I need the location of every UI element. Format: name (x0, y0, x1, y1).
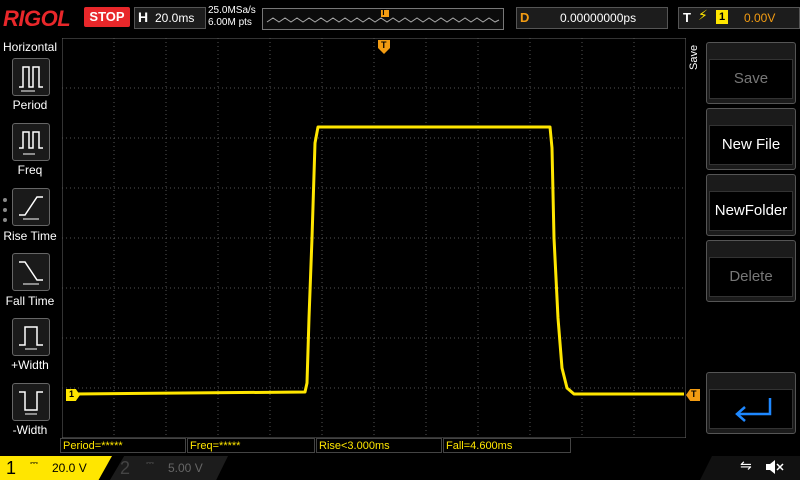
neg-width-icon (19, 391, 43, 415)
freq-label: Freq (17, 163, 43, 177)
measurement-fall[interactable]: Fall=4.600ms (443, 438, 571, 453)
trigger-position-label: T (381, 8, 386, 17)
save-button[interactable]: Save (706, 42, 796, 104)
delay-letter: D (520, 10, 530, 25)
delay-value: 0.00000000ps (560, 11, 637, 25)
rise-time-icon (19, 196, 43, 220)
measurement-freq[interactable]: Freq=***** (187, 438, 315, 453)
ch1-scale: 20.0 V (52, 461, 87, 475)
ch1-offset-label: 1 (69, 389, 75, 399)
dc-coupling-icon: ⎓ (30, 458, 38, 469)
page-dot (3, 208, 7, 212)
back-button[interactable] (706, 372, 796, 434)
delete-button[interactable]: Delete (706, 240, 796, 302)
page-dot (3, 218, 7, 222)
back-button-face (709, 389, 793, 429)
save-button-label: Save (709, 59, 793, 99)
pos-width-icon (19, 326, 43, 350)
trigger-level-label: T (691, 389, 697, 399)
pos-width-label: +Width (11, 358, 49, 372)
waveform-display[interactable] (62, 38, 686, 438)
trigger-letter: T (683, 10, 691, 25)
new-folder-button[interactable]: NewFolder (706, 174, 796, 236)
trigger-source-badge: 1 (716, 10, 728, 24)
timebase-value: 20.0ms (155, 11, 195, 25)
delete-label: Delete (709, 257, 793, 297)
new-folder-label: NewFolder (709, 191, 793, 231)
rising-edge-icon: ⚡ (698, 8, 708, 24)
neg-width-label: -Width (12, 423, 48, 437)
sample-rate: 25.0MSa/s (208, 5, 256, 16)
trigger-box[interactable] (678, 7, 800, 29)
fall-time-button[interactable] (12, 253, 50, 291)
freq-icon (19, 131, 43, 155)
period-label: Period (12, 98, 48, 112)
neg-width-button[interactable] (12, 383, 50, 421)
rise-time-label: Rise Time (3, 229, 57, 243)
pos-width-button[interactable] (12, 318, 50, 356)
fall-time-label: Fall Time (5, 294, 55, 308)
trigger-level-value: 0.00V (744, 11, 776, 25)
speaker-muted-icon[interactable] (764, 458, 784, 476)
usb-icon: ⇋ (740, 458, 752, 474)
right-menu-title: Save (688, 44, 700, 70)
dc-coupling-icon: ⎓ (146, 458, 154, 469)
return-arrow-icon (735, 398, 772, 422)
timebase-letter: H (138, 9, 149, 25)
rise-time-button[interactable] (12, 188, 50, 226)
page-dot (3, 198, 7, 202)
ch1-number: 1 (6, 458, 17, 478)
run-stop-button[interactable]: STOP (84, 7, 130, 27)
new-file-button[interactable]: New File (706, 108, 796, 170)
trigger-pos-letter: T (381, 40, 387, 50)
timebase-box[interactable]: H 20.0ms (134, 7, 206, 29)
ch2-number: 2 (120, 458, 131, 478)
measurement-period[interactable]: Period=***** (60, 438, 186, 453)
ch2-scale: 5.00 V (168, 461, 203, 475)
brand-logo: RIGOL (3, 6, 71, 31)
measurement-rise[interactable]: Rise<3.000ms (316, 438, 442, 453)
period-button[interactable] (12, 58, 50, 96)
freq-button[interactable] (12, 123, 50, 161)
fall-time-icon (19, 261, 43, 285)
memory-depth: 6.00M pts (208, 17, 252, 28)
period-icon (19, 66, 43, 92)
left-menu-title: Horizontal (3, 40, 58, 54)
new-file-label: New File (709, 125, 793, 165)
